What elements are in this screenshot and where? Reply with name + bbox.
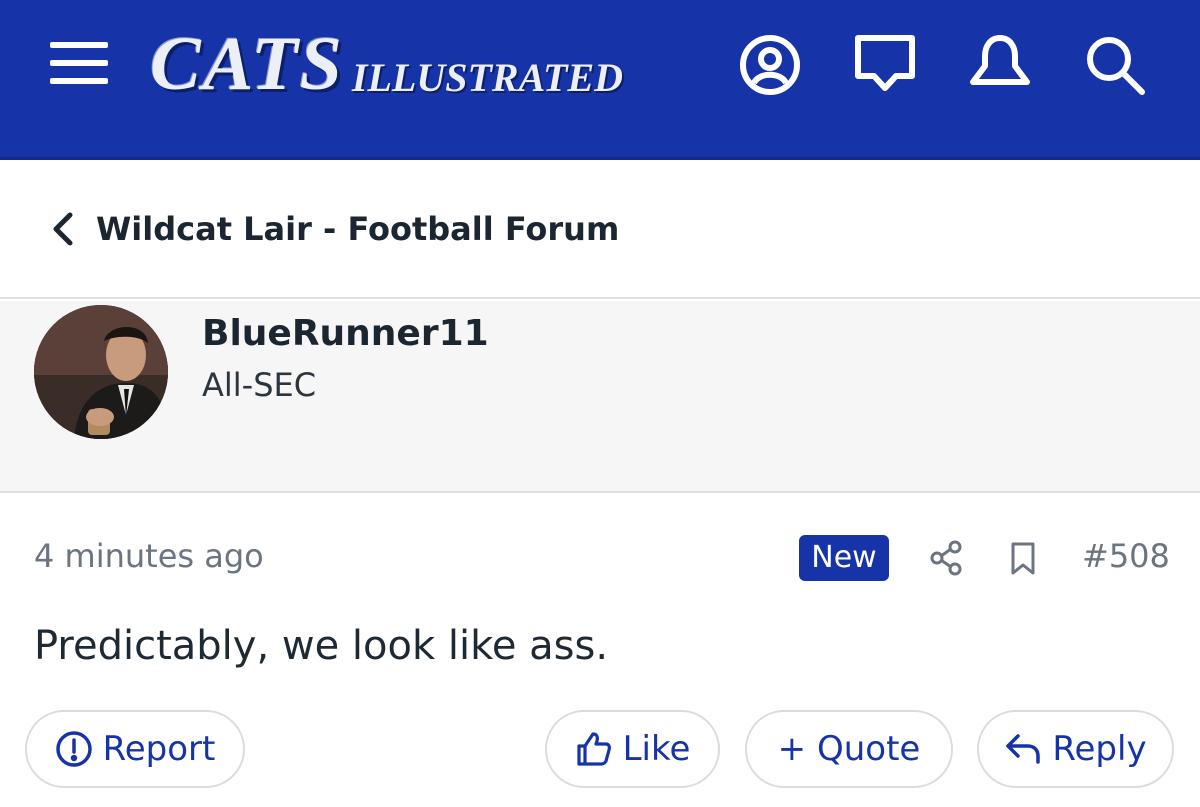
quote-label: + Quote bbox=[777, 729, 921, 769]
author-name[interactable]: BlueRunner11 bbox=[202, 311, 489, 357]
like-button[interactable]: Like bbox=[545, 710, 720, 788]
notifications-icon[interactable] bbox=[965, 30, 1035, 100]
post-number-link[interactable]: #508 bbox=[1082, 534, 1170, 578]
bookmark-icon[interactable] bbox=[1003, 538, 1043, 578]
menu-icon-line bbox=[50, 60, 108, 66]
chevron-left-icon[interactable] bbox=[44, 209, 84, 249]
report-button[interactable]: Report bbox=[25, 710, 245, 788]
new-badge: New bbox=[799, 535, 889, 581]
reply-label: Reply bbox=[1052, 729, 1147, 769]
reply-arrow-icon bbox=[1006, 734, 1041, 764]
like-label: Like bbox=[622, 729, 691, 769]
search-icon[interactable] bbox=[1080, 30, 1150, 100]
alert-circle-icon bbox=[55, 731, 92, 767]
reply-button[interactable]: Reply bbox=[977, 710, 1174, 788]
thumbs-up-icon bbox=[576, 732, 611, 766]
avatar[interactable] bbox=[34, 305, 168, 439]
quote-button[interactable]: + Quote bbox=[745, 710, 953, 788]
menu-icon-line bbox=[50, 78, 108, 84]
site-logo[interactable]: CATS ILLUSTRATED bbox=[150, 22, 660, 102]
top-navigation-bar: CATS ILLUSTRATED bbox=[0, 0, 1200, 160]
menu-icon[interactable] bbox=[50, 42, 110, 84]
post-timestamp: 4 minutes ago bbox=[34, 537, 264, 575]
logo-main-text: CATS bbox=[150, 22, 344, 106]
post-content: Predictably, we look like ass. bbox=[34, 623, 609, 669]
author-rank: All-SEC bbox=[202, 366, 317, 404]
report-label: Report bbox=[102, 729, 216, 769]
account-icon[interactable] bbox=[735, 30, 805, 100]
messages-icon[interactable] bbox=[850, 30, 920, 100]
author-card: BlueRunner11 All-SEC bbox=[0, 301, 1200, 493]
logo-sub-text: ILLUSTRATED bbox=[351, 55, 624, 100]
breadcrumb: Wildcat Lair - Football Forum bbox=[0, 163, 1200, 299]
forum-link[interactable]: Wildcat Lair - Football Forum bbox=[96, 207, 619, 251]
menu-icon-line bbox=[50, 42, 108, 48]
share-icon[interactable] bbox=[926, 538, 966, 578]
